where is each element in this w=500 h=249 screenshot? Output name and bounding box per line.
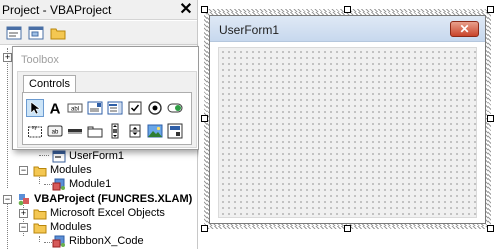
checkbox-icon[interactable] bbox=[127, 100, 143, 116]
tree-expander[interactable]: − bbox=[3, 195, 12, 204]
view-object-icon[interactable] bbox=[27, 24, 45, 42]
userform-title: UserForm1 bbox=[219, 23, 280, 37]
svg-text:ab: ab bbox=[52, 130, 59, 136]
tree-item-userform1[interactable]: UserForm1 bbox=[52, 149, 124, 163]
refedit-icon[interactable] bbox=[167, 123, 183, 139]
optionbutton-icon[interactable] bbox=[147, 100, 163, 116]
commandbutton-icon[interactable]: ab bbox=[47, 123, 63, 139]
folder-icon bbox=[33, 164, 47, 177]
userform-titlebar[interactable]: UserForm1 ✕ bbox=[210, 16, 485, 42]
tab-controls[interactable]: Controls bbox=[23, 75, 76, 93]
tree-line bbox=[44, 184, 52, 185]
tree-item-excel-objects[interactable]: Microsoft Excel Objects bbox=[33, 206, 165, 220]
resize-handle[interactable] bbox=[487, 6, 494, 13]
userform-designer: UserForm1 ✕ bbox=[199, 0, 500, 249]
resize-handle[interactable] bbox=[344, 6, 351, 13]
close-icon[interactable]: ✕ bbox=[450, 21, 479, 37]
userform-grid-canvas[interactable] bbox=[218, 47, 477, 218]
userform1-window[interactable]: UserForm1 ✕ bbox=[209, 15, 486, 224]
svg-text:A: A bbox=[50, 101, 61, 117]
module-icon bbox=[52, 235, 66, 248]
frame-icon[interactable]: xy bbox=[27, 123, 43, 139]
resize-handle[interactable] bbox=[344, 225, 351, 232]
image-icon[interactable] bbox=[147, 123, 163, 139]
tree-line bbox=[39, 155, 49, 156]
tree-item-label: RibbonX_Code bbox=[69, 235, 144, 248]
tree-item-vbaproject-funcres[interactable]: VBAProject (FUNCRES.XLAM) bbox=[17, 192, 192, 206]
tree-item-label: Module1 bbox=[69, 178, 112, 191]
listbox-icon[interactable] bbox=[107, 100, 123, 116]
resize-handle[interactable] bbox=[201, 115, 208, 122]
tree-line bbox=[7, 48, 8, 188]
tree-item-modules[interactable]: Modules bbox=[33, 163, 92, 177]
togglebutton-icon[interactable] bbox=[167, 100, 183, 116]
tree-expander[interactable]: − bbox=[19, 223, 28, 232]
userform-icon bbox=[52, 150, 66, 163]
folder-icon bbox=[33, 207, 47, 220]
tree-item-label: VBAProject (FUNCRES.XLAM) bbox=[34, 193, 193, 206]
tree-line bbox=[7, 200, 8, 249]
tree-line bbox=[44, 242, 52, 243]
tree-expander[interactable]: + bbox=[3, 53, 12, 62]
tree-item-ribbonx-code[interactable]: RibbonX_Code bbox=[52, 234, 144, 248]
tree-expander[interactable]: + bbox=[19, 209, 28, 218]
svg-text:abl: abl bbox=[71, 107, 79, 113]
tree-item-label: UserForm1 bbox=[69, 150, 125, 163]
resize-handle[interactable] bbox=[201, 6, 208, 13]
tree-line bbox=[39, 236, 40, 242]
textbox-icon[interactable]: abl bbox=[67, 100, 83, 116]
tree-expander[interactable]: − bbox=[19, 166, 28, 175]
project-explorer-title: Project - VBAProject bbox=[2, 3, 112, 17]
tree-item-label: Modules bbox=[50, 164, 92, 177]
resize-handle[interactable] bbox=[487, 115, 494, 122]
resize-handle[interactable] bbox=[201, 225, 208, 232]
select-objects-icon[interactable] bbox=[26, 99, 44, 117]
tree-item-modules[interactable]: Modules bbox=[33, 220, 92, 234]
svg-text:xy: xy bbox=[32, 125, 38, 131]
spinbutton-icon[interactable] bbox=[127, 123, 143, 139]
toolbox-controls-grid: A abl xy ab bbox=[22, 92, 192, 145]
project-explorer-toolbar bbox=[0, 21, 197, 45]
view-code-icon[interactable] bbox=[5, 24, 23, 42]
toggle-folders-icon[interactable] bbox=[49, 24, 67, 42]
project-explorer-titlebar: Project - VBAProject ✕ bbox=[0, 0, 197, 20]
toolbox-panel: Controls A abl xy ab bbox=[17, 71, 197, 148]
module-icon bbox=[52, 178, 66, 191]
label-icon[interactable]: A bbox=[47, 100, 63, 117]
tree-item-label: Modules bbox=[50, 221, 92, 234]
resize-handle[interactable] bbox=[487, 225, 494, 232]
scrollbar-icon[interactable] bbox=[107, 123, 123, 139]
vba-project-icon bbox=[17, 193, 31, 206]
multipage-icon[interactable] bbox=[87, 123, 103, 139]
close-icon[interactable]: ✕ bbox=[177, 2, 195, 19]
toolbox-title: Toolbox bbox=[21, 54, 59, 66]
tabstrip-icon[interactable] bbox=[67, 123, 83, 139]
tree-item-module1[interactable]: Module1 bbox=[52, 177, 111, 191]
combobox-icon[interactable] bbox=[87, 100, 103, 116]
toolbox-window[interactable]: Toolbox Controls A abl xy ab bbox=[12, 46, 199, 150]
folder-icon bbox=[33, 221, 47, 234]
tree-item-label: Microsoft Excel Objects bbox=[50, 207, 165, 220]
